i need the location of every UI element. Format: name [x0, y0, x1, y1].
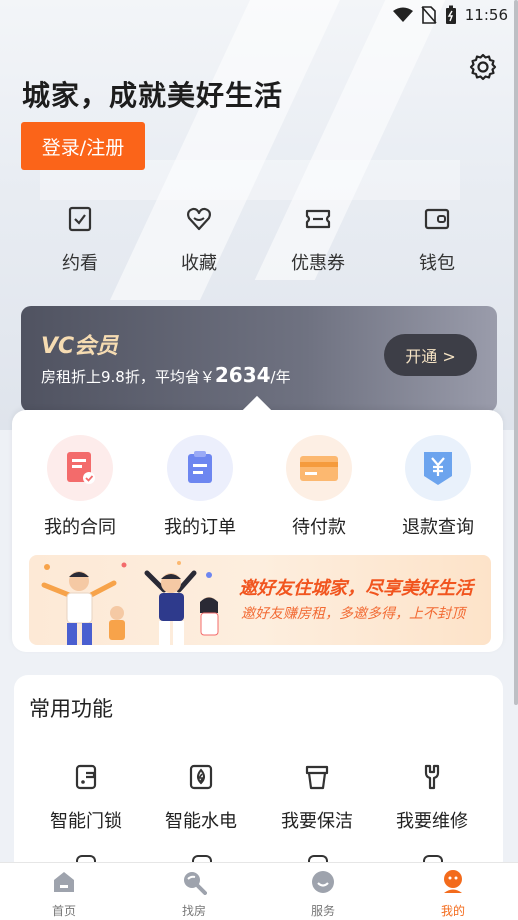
function-cleaning[interactable]: 我要保洁 [262, 763, 372, 833]
function-label: 智能门锁 [50, 811, 122, 832]
vip-description: 房租折上9.8折，平均省￥2634/年 [41, 363, 291, 387]
banner-title: 邀好友住城家，尽享美好生活 [239, 578, 473, 599]
vip-card[interactable]: VC会员 房租折上9.8折，平均省￥2634/年 开通 > [21, 306, 497, 412]
function-label: 我要维修 [396, 811, 468, 832]
status-bar: 11:56 [0, 0, 518, 30]
quick-item-label: 约看 [62, 253, 98, 274]
utility-icon [189, 764, 213, 790]
vip-unit: /年 [270, 368, 291, 386]
tab-label: 我的 [440, 904, 465, 918]
order-item-label: 退款查询 [402, 517, 474, 538]
refund-icon [424, 452, 452, 485]
settings-gear-icon[interactable] [468, 52, 498, 82]
tab-label: 服务 [310, 904, 335, 918]
no-sim-icon [421, 6, 437, 24]
vip-amount: 2634 [214, 363, 271, 387]
function-smart-lock[interactable]: 智能门锁 [31, 763, 141, 833]
cleaning-icon [305, 765, 329, 790]
repair-icon [424, 764, 440, 790]
home-icon [54, 872, 74, 892]
quick-item-label: 收藏 [181, 253, 217, 274]
hero-title: 城家，成就美好生活 [22, 79, 284, 112]
quick-item-label: 钱包 [419, 253, 455, 274]
function-repair[interactable]: 我要维修 [377, 763, 487, 833]
quick-item-favorites[interactable]: 收藏 [154, 205, 244, 275]
tab-find-house[interactable]: 找房 [159, 869, 229, 919]
wifi-icon [392, 7, 413, 22]
tab-home[interactable]: 首页 [29, 869, 99, 919]
order-item-label: 我的合同 [44, 517, 116, 538]
function-label: 智能水电 [165, 811, 237, 832]
calendar-check-icon [68, 206, 92, 232]
wallet-icon [424, 208, 450, 230]
order-item-orders[interactable]: 我的订单 [145, 435, 255, 539]
coupon-icon [305, 209, 331, 229]
profile-icon [444, 870, 462, 893]
tab-label: 找房 [181, 904, 206, 918]
order-item-pending-payment[interactable]: 待付款 [264, 435, 374, 539]
heart-icon [187, 207, 211, 231]
order-item-refund[interactable]: 退款查询 [383, 435, 493, 539]
invite-illustration [41, 561, 219, 645]
quick-actions: 约看 收藏 优惠券 钱包 [0, 205, 518, 275]
tab-service[interactable]: 服务 [288, 869, 358, 919]
order-item-label: 我的订单 [164, 517, 236, 538]
banner-subtitle: 邀好友赚房租，多邀多得，上不封顶 [241, 606, 465, 622]
contract-icon [67, 452, 95, 484]
vip-title: VC会员 [41, 334, 119, 359]
vip-open-button[interactable]: 开通 > [384, 334, 477, 376]
service-icon [312, 871, 334, 893]
card-icon [300, 456, 338, 481]
status-time: 11:56 [464, 6, 508, 24]
orders-card: 我的合同 我的订单 待付款 退款查询 邀好友住城家，尽享美好生活 邀好友赚房租，… [12, 395, 503, 652]
invite-friends-banner[interactable]: 邀好友住城家，尽享美好生活 邀好友赚房租，多邀多得，上不封顶 [29, 555, 491, 645]
bottom-tab-bar: 首页 找房 服务 我的 [0, 862, 518, 920]
common-functions-card: 常用功能 智能门锁 智能水电 我要保洁 我要维修 [14, 675, 503, 875]
quick-item-appointment[interactable]: 约看 [35, 205, 125, 275]
order-icon [188, 451, 212, 483]
tab-mine[interactable]: 我的 [418, 869, 488, 919]
quick-item-coupons[interactable]: 优惠券 [273, 205, 363, 275]
smart-lock-icon [75, 764, 97, 790]
tab-label: 首页 [51, 904, 76, 918]
function-smart-utility[interactable]: 智能水电 [146, 763, 256, 833]
vip-desc-prefix: 房租折上9.8折，平均省￥ [41, 368, 215, 386]
scrollbar[interactable] [514, 0, 518, 705]
quick-item-label: 优惠券 [291, 253, 345, 274]
quick-item-wallet[interactable]: 钱包 [392, 205, 482, 275]
login-register-button[interactable]: 登录/注册 [21, 122, 145, 170]
common-functions-title: 常用功能 [29, 697, 113, 721]
order-item-contract[interactable]: 我的合同 [25, 435, 135, 539]
order-item-label: 待付款 [292, 517, 346, 538]
search-house-icon [184, 872, 207, 895]
battery-icon [445, 5, 456, 24]
function-label: 我要保洁 [281, 811, 353, 832]
